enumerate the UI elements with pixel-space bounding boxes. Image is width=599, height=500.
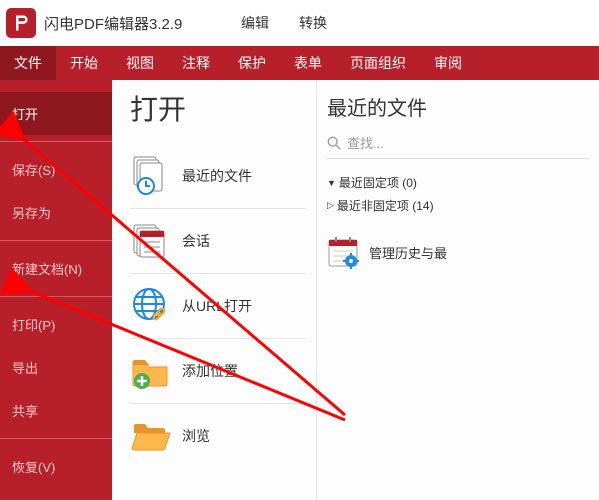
menu-file[interactable]: 文件 <box>0 46 56 80</box>
app-logo-icon <box>6 8 36 38</box>
recent-files-column: 最近的文件 查找... ▼最近固定项 (0) ▷最近非固定项 (14) 管理历史… <box>317 80 599 500</box>
calendar-gear-icon <box>327 235 361 269</box>
option-browse[interactable]: 浏览 <box>130 406 306 466</box>
separator <box>0 296 112 297</box>
manage-label: 管理历史与最 <box>369 243 447 262</box>
separator <box>0 141 112 142</box>
globe-icon <box>130 285 172 327</box>
sidebar-item-save[interactable]: 保存(S) <box>0 148 112 191</box>
menu-protect[interactable]: 保护 <box>224 46 280 80</box>
open-panel: 打开 最近的文件 <box>112 80 599 500</box>
tree-pinned[interactable]: ▼最近固定项 (0) <box>327 171 589 194</box>
menu-annotate[interactable]: 注释 <box>168 46 224 80</box>
menu-forms[interactable]: 表单 <box>280 46 336 80</box>
sidebar-item-open[interactable]: 打开 <box>0 92 112 135</box>
search-icon <box>327 136 341 150</box>
panel-heading: 打开 <box>130 88 306 128</box>
separator <box>130 338 306 339</box>
separator <box>130 273 306 274</box>
option-add-location[interactable]: 添加位置 <box>130 341 306 401</box>
recent-files-icon <box>130 155 172 197</box>
option-session[interactable]: 会话 <box>130 211 306 271</box>
sidebar-item-recover[interactable]: 恢复(V) <box>0 445 112 488</box>
menu-bar: 文件 开始 视图 注释 保护 表单 页面组织 审阅 <box>0 46 599 80</box>
search-placeholder: 查找... <box>347 133 384 152</box>
session-icon <box>130 220 172 262</box>
menu-view[interactable]: 视图 <box>112 46 168 80</box>
menu-review[interactable]: 审阅 <box>420 46 476 80</box>
open-options-column: 打开 最近的文件 <box>112 80 317 500</box>
tab-edit[interactable]: 编辑 <box>235 9 275 37</box>
folder-add-icon <box>130 350 172 392</box>
tab-convert[interactable]: 转换 <box>293 9 333 37</box>
sidebar-item-share[interactable]: 共享 <box>0 389 112 432</box>
option-label: 会话 <box>182 231 210 251</box>
option-label: 浏览 <box>182 426 210 446</box>
sidebar-item-save-as[interactable]: 另存为 <box>0 191 112 234</box>
sidebar-item-export[interactable]: 导出 <box>0 346 112 389</box>
menu-start[interactable]: 开始 <box>56 46 112 80</box>
triangle-right-icon: ▷ <box>327 200 334 211</box>
file-sidebar: 打开 保存(S) 另存为 新建文档(N) 打印(P) 导出 共享 恢复(V) <box>0 80 112 500</box>
recent-heading: 最近的文件 <box>327 92 589 121</box>
menu-page-org[interactable]: 页面组织 <box>336 46 420 80</box>
separator <box>130 403 306 404</box>
main-area: 打开 保存(S) 另存为 新建文档(N) 打印(P) 导出 共享 恢复(V) 打… <box>0 80 599 500</box>
option-label: 添加位置 <box>182 361 238 381</box>
tree-unpinned[interactable]: ▷最近非固定项 (14) <box>327 194 589 217</box>
separator <box>0 240 112 241</box>
sidebar-item-new-doc[interactable]: 新建文档(N) <box>0 247 112 290</box>
folder-open-icon <box>130 415 172 457</box>
option-label: 从URL打开 <box>182 296 252 316</box>
search-input[interactable]: 查找... <box>327 133 589 159</box>
separator <box>0 438 112 439</box>
option-label: 最近的文件 <box>182 166 252 186</box>
separator <box>130 208 306 209</box>
sidebar-item-print[interactable]: 打印(P) <box>0 303 112 346</box>
app-title: 闪电PDF编辑器3.2.9 <box>44 13 182 34</box>
title-bar: 闪电PDF编辑器3.2.9 编辑 转换 <box>0 0 599 46</box>
triangle-down-icon: ▼ <box>327 178 336 188</box>
manage-history[interactable]: 管理历史与最 <box>327 235 589 269</box>
option-from-url[interactable]: 从URL打开 <box>130 276 306 336</box>
option-recent-files[interactable]: 最近的文件 <box>130 146 306 206</box>
edit-mode-tabs: 编辑 转换 <box>235 9 593 37</box>
